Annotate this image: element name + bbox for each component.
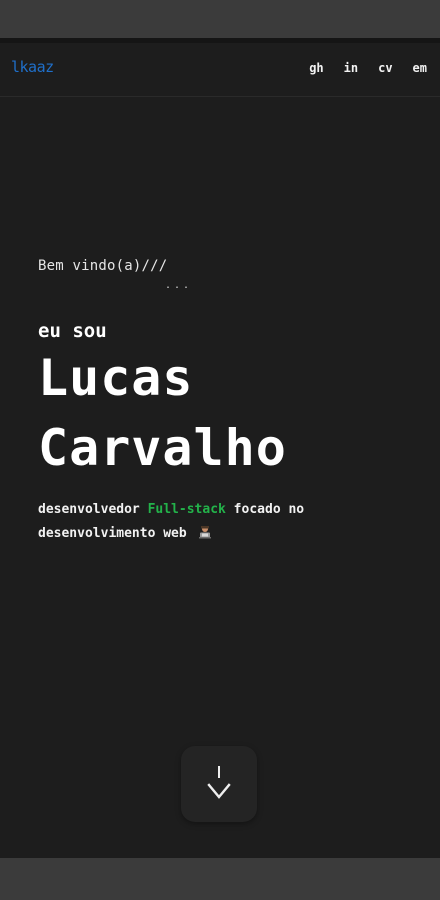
- hero-description: desenvolvedor Full-stack focado no desen…: [38, 498, 383, 546]
- nav-link-in[interactable]: in: [344, 61, 358, 75]
- typing-cursor: ...: [165, 280, 193, 291]
- navbar: lkaaz gh in cv em: [0, 43, 440, 97]
- scroll-down-icon: [207, 783, 231, 804]
- desc-highlight: Full-stack: [147, 502, 226, 517]
- scroll-line: [218, 766, 220, 778]
- desc-prefix: desenvolvedor: [38, 502, 148, 517]
- scroll-down-button[interactable]: [181, 746, 257, 822]
- welcome-text: Bem vindo(a)///: [38, 258, 168, 274]
- hero-section: Bem vindo(a)/// ... eu sou Lucas Carvalh…: [38, 258, 418, 541]
- technologist-icon: [198, 524, 212, 539]
- browser-top-bar: [0, 0, 440, 38]
- page-viewport: lkaaz gh in cv em Bem vindo(a)/// ... eu…: [0, 38, 440, 858]
- logo-link[interactable]: lkaaz: [11, 58, 54, 76]
- intro-text: eu sou: [38, 320, 107, 342]
- name-last: Carvalho: [38, 419, 287, 477]
- nav-link-em[interactable]: em: [413, 61, 427, 75]
- nav-link-cv[interactable]: cv: [378, 61, 392, 75]
- nav-link-gh[interactable]: gh: [309, 61, 323, 75]
- nav-links: gh in cv em: [289, 61, 427, 75]
- browser-bottom-bar: [0, 858, 440, 900]
- name-first: Lucas: [38, 349, 194, 407]
